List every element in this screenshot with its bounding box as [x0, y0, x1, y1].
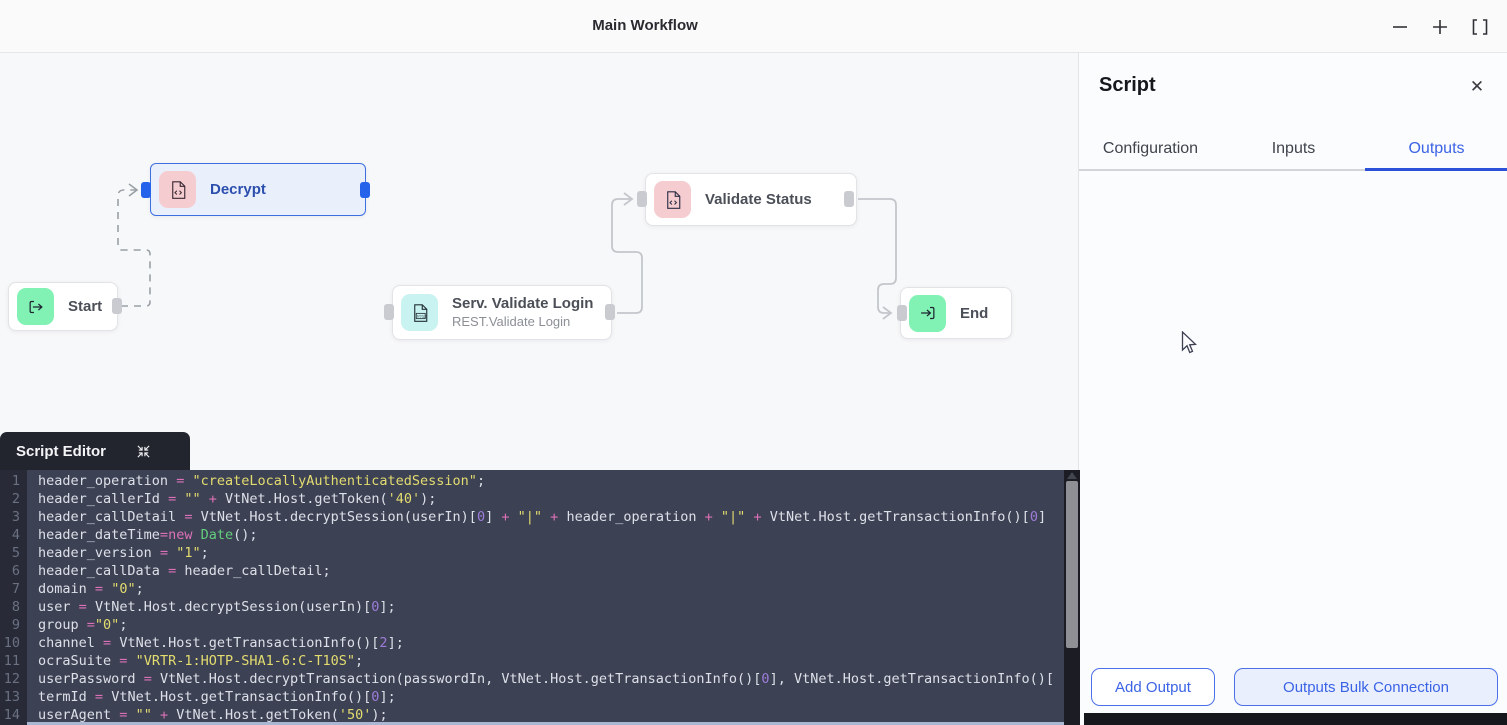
top-bar: Main Workflow	[0, 0, 1507, 53]
service-input-handle[interactable]	[384, 304, 394, 320]
code-line[interactable]: 6header_callData = header_callDetail;	[0, 562, 1064, 580]
validate-status-output-handle[interactable]	[844, 191, 854, 207]
decrypt-input-handle[interactable]	[141, 182, 151, 198]
outputs-tab-content	[1079, 173, 1507, 663]
outputs-bulk-connection-button[interactable]: Outputs Bulk Connection	[1234, 668, 1498, 706]
code-line[interactable]: 9group ="0";	[0, 616, 1064, 634]
node-end[interactable]: End	[900, 287, 1012, 339]
zoom-in-button[interactable]	[1425, 12, 1455, 42]
node-validate-status[interactable]: Validate Status	[645, 173, 857, 226]
script-document-icon	[654, 181, 691, 218]
svg-text:https: https	[417, 314, 427, 318]
editor-vertical-scrollbar[interactable]	[1064, 470, 1080, 725]
node-serv-validate-login-subtitle: REST.Validate Login	[452, 314, 593, 330]
validate-status-input-handle[interactable]	[637, 191, 647, 207]
code-line[interactable]: 5header_version = "1";	[0, 544, 1064, 562]
panel-title: Script	[1099, 74, 1156, 97]
tab-inputs[interactable]: Inputs	[1222, 129, 1365, 169]
node-serv-validate-login-title: Serv. Validate Login	[452, 295, 593, 314]
code-line[interactable]: 8user = VtNet.Host.decryptSession(userIn…	[0, 598, 1064, 616]
code-line[interactable]: 10channel = VtNet.Host.getTransactionInf…	[0, 634, 1064, 652]
workflow-title: Main Workflow	[592, 17, 698, 34]
minus-icon	[1390, 17, 1410, 37]
node-start-label: Start	[68, 298, 102, 315]
collapse-icon[interactable]	[134, 442, 152, 460]
plus-icon	[1430, 17, 1450, 37]
code-line[interactable]: 7domain = "0";	[0, 580, 1064, 598]
edge-validate-end	[858, 199, 896, 313]
code-line[interactable]: 2header_callerId = "" + VtNet.Host.getTo…	[0, 490, 1064, 508]
decrypt-output-handle[interactable]	[360, 182, 370, 198]
start-output-handle[interactable]	[112, 298, 122, 314]
node-decrypt-label: Decrypt	[210, 181, 266, 198]
code-line[interactable]: 1header_operation = "createLocallyAuthen…	[0, 472, 1064, 490]
script-document-icon	[159, 171, 196, 208]
code-line[interactable]: 3header_callDetail = VtNet.Host.decryptS…	[0, 508, 1064, 526]
node-serv-validate-login[interactable]: https Serv. Validate Login REST.Validate…	[392, 285, 612, 340]
node-end-label: End	[960, 305, 988, 322]
script-editor-panel: Script Editor 1header_operation = "creat…	[0, 432, 1080, 725]
canvas-zoom-controls	[1385, 12, 1495, 42]
bottom-dark-bar	[1084, 713, 1507, 725]
start-icon	[17, 288, 54, 325]
script-editor-title: Script Editor	[16, 443, 106, 460]
node-validate-status-label: Validate Status	[705, 191, 812, 208]
node-decrypt[interactable]: Decrypt	[150, 163, 366, 216]
code-lines: 1header_operation = "createLocallyAuthen…	[0, 472, 1064, 724]
add-output-button[interactable]: Add Output	[1091, 668, 1215, 706]
zoom-out-button[interactable]	[1385, 12, 1415, 42]
tab-outputs[interactable]: Outputs	[1365, 129, 1507, 169]
code-editor[interactable]: 1header_operation = "createLocallyAuthen…	[0, 470, 1080, 725]
scroll-up-arrow-icon[interactable]	[1067, 472, 1077, 479]
node-start[interactable]: Start	[8, 282, 118, 331]
code-line[interactable]: 4header_dateTime=new Date();	[0, 526, 1064, 544]
workflow-app: Main Workflow	[0, 0, 1507, 725]
scrollbar-thumb[interactable]	[1066, 481, 1078, 648]
close-icon[interactable]: ✕	[1465, 75, 1489, 99]
end-input-handle[interactable]	[897, 305, 907, 321]
code-line[interactable]: 11ocraSuite = "VRTR-1:HOTP-SHA1-6:C-T10S…	[0, 652, 1064, 670]
brackets-icon	[1470, 17, 1490, 37]
edge-start-decrypt	[118, 190, 150, 306]
panel-tabs: Configuration Inputs Outputs	[1079, 129, 1507, 171]
code-line[interactable]: 12userPassword = VtNet.Host.decryptTrans…	[0, 670, 1064, 688]
https-document-icon: https	[401, 294, 438, 331]
service-output-handle[interactable]	[605, 304, 615, 320]
script-properties-panel: Script ✕ Configuration Inputs Outputs Ad…	[1078, 53, 1507, 725]
code-line[interactable]: 13termId = VtNet.Host.getTransactionInfo…	[0, 688, 1064, 706]
script-editor-tab[interactable]: Script Editor	[0, 432, 190, 470]
end-icon	[909, 295, 946, 332]
tab-configuration[interactable]: Configuration	[1079, 129, 1222, 169]
edge-service-validate	[612, 199, 642, 313]
fit-view-button[interactable]	[1465, 12, 1495, 42]
